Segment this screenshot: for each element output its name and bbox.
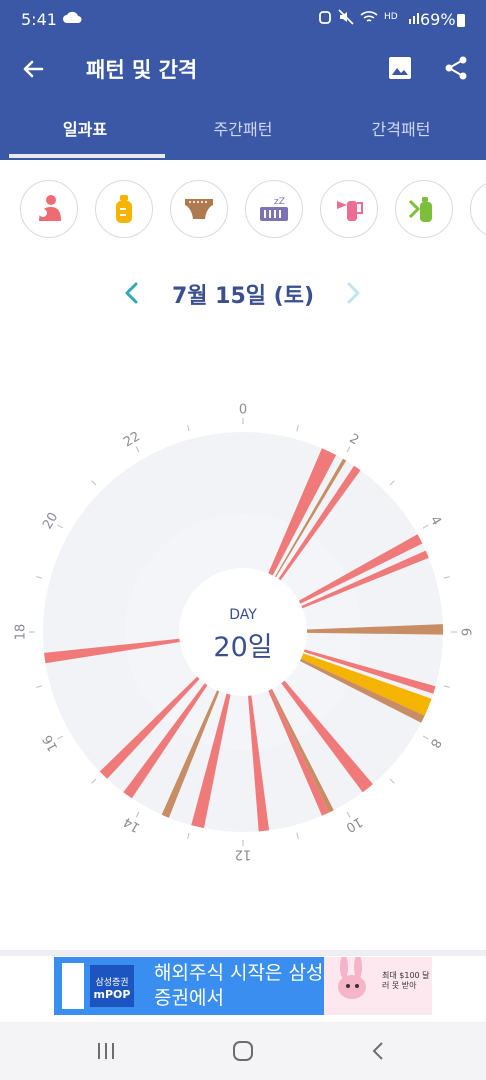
current-date: 7월 15일 (토)	[171, 284, 315, 309]
ad-banner[interactable]: 삼성증권 mPOP 해외주식 시작은 삼성증권에서 최대 $100 달러 못 받…	[54, 957, 432, 1015]
hour-tick	[187, 832, 190, 839]
hour-label: 16	[40, 732, 61, 754]
ad-brand: mPOP	[93, 988, 131, 1001]
battery-level: 69%	[420, 10, 456, 29]
ad-image-text: 최대 $100 달러 못 받아	[382, 971, 430, 990]
battery-icon	[456, 12, 466, 32]
day-label: DAY	[229, 607, 257, 623]
hour-tick	[389, 480, 395, 486]
category-filter-row: zZ	[0, 176, 486, 246]
date-navigator: 7월 15일 (토)	[0, 270, 486, 316]
hour-tick	[389, 778, 395, 784]
nav-back-icon[interactable]	[368, 1038, 388, 1068]
hour-label: 22	[121, 429, 143, 450]
hour-tick	[296, 425, 299, 432]
wifi-icon	[360, 9, 378, 29]
system-nav-bar	[0, 1022, 486, 1080]
breastfeed-icon[interactable]	[20, 180, 78, 238]
hour-tick	[187, 425, 190, 432]
hour-label: 14	[121, 814, 143, 835]
ad-logo: 삼성증권 mPOP	[90, 965, 134, 1007]
ad-brand-small: 삼성증권	[95, 978, 129, 988]
rabbit-character-icon	[338, 957, 366, 999]
app-bar: 패턴 및 간격	[0, 40, 486, 100]
day-count: 20일	[213, 632, 272, 663]
image-icon[interactable]	[386, 54, 414, 86]
hour-label: 6	[458, 628, 473, 636]
status-time: 5:41	[21, 10, 57, 29]
more-category-icon[interactable]	[470, 180, 486, 238]
bottle-icon[interactable]	[95, 180, 153, 238]
cloud-icon	[62, 9, 82, 29]
sleep-crib-icon[interactable]: zZ	[245, 180, 303, 238]
hour-tick	[135, 811, 140, 818]
hour-tick	[36, 576, 43, 579]
active-tab-indicator	[9, 154, 165, 158]
share-icon[interactable]	[442, 54, 470, 86]
hour-label: 8	[427, 736, 444, 751]
hour-tick	[422, 735, 429, 740]
hd-icon: HD	[384, 9, 402, 29]
alarm-icon	[318, 9, 332, 29]
hour-tick	[346, 446, 351, 453]
hour-tick	[422, 524, 429, 529]
hour-tick	[91, 480, 97, 486]
hour-label: 10	[343, 814, 365, 835]
hour-label: 0	[239, 403, 247, 418]
hour-tick	[135, 446, 140, 453]
hour-tick	[443, 685, 450, 688]
hour-label: 4	[427, 514, 444, 529]
ad-image: 최대 $100 달러 못 받아	[324, 957, 432, 1015]
formula-bottle-icon[interactable]	[395, 180, 453, 238]
svg-text:zZ: zZ	[274, 197, 285, 207]
svg-text:HD: HD	[384, 12, 398, 22]
diaper-icon[interactable]	[170, 180, 228, 238]
hour-label: 2	[347, 431, 362, 448]
status-bar: 5:41 HD 69%	[0, 0, 486, 40]
hour-tick	[57, 524, 64, 529]
divider	[0, 950, 486, 956]
hour-tick	[57, 735, 64, 740]
tab-daily-schedule[interactable]: 일과표	[0, 100, 170, 160]
hour-label: 12	[235, 847, 252, 862]
page-title: 패턴 및 간격	[86, 58, 198, 82]
ad-frame	[62, 963, 84, 1009]
tab-interval-pattern[interactable]: 간격패턴	[316, 100, 486, 160]
hour-tick	[346, 811, 351, 818]
hour-label: 18	[14, 624, 29, 641]
hour-tick	[296, 832, 299, 839]
tab-weekly-pattern[interactable]: 주간패턴	[160, 100, 326, 160]
hour-tick	[91, 778, 97, 784]
hour-tick	[443, 576, 450, 579]
hour-tick	[36, 685, 43, 688]
tab-bar: 일과표 주간패턴 간격패턴	[0, 100, 486, 160]
chevron-right-icon[interactable]	[343, 280, 363, 310]
back-arrow-icon[interactable]	[18, 54, 48, 88]
pump-icon[interactable]	[320, 180, 378, 238]
recent-apps-icon[interactable]	[95, 1038, 117, 1068]
home-icon[interactable]	[230, 1038, 256, 1068]
hour-label: 20	[40, 510, 61, 532]
mute-icon	[338, 9, 354, 29]
daily-clock-chart: 0 2 4 6 8 10 12 14 16 18 20 22 DAY 20일	[14, 403, 473, 862]
ad-headline: 해외주식 시작은 삼성증권에서	[154, 962, 324, 1009]
